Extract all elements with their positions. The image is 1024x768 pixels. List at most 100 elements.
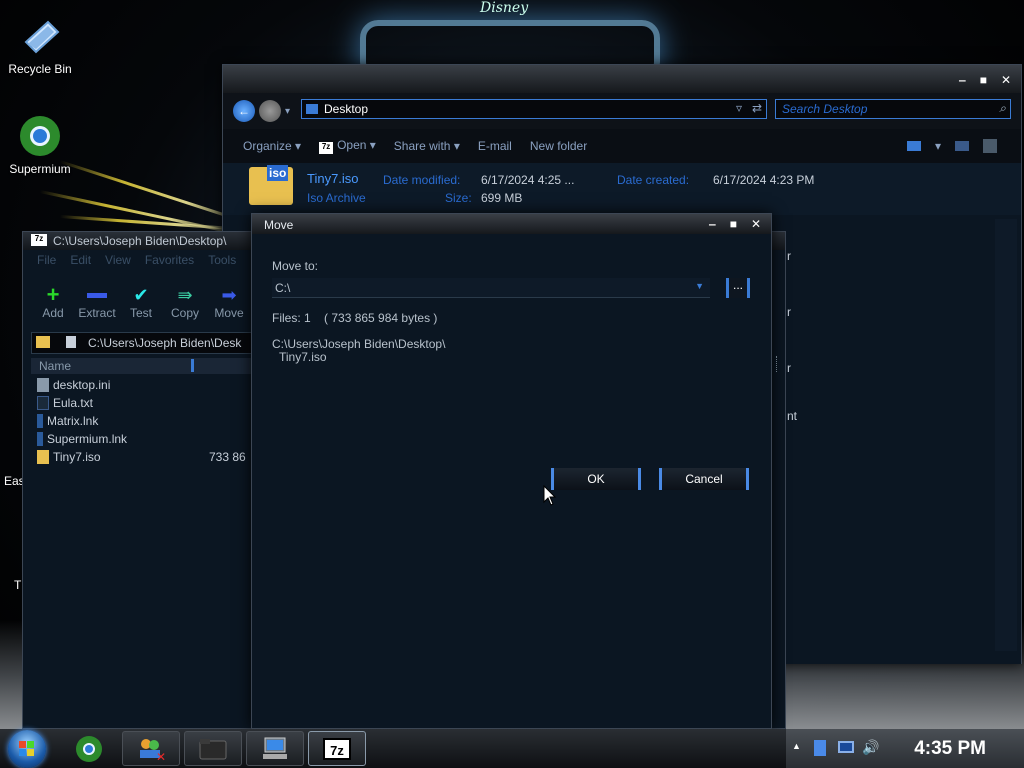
partial-text: r bbox=[787, 361, 791, 375]
preview-pane-icon[interactable] bbox=[955, 141, 969, 151]
sevenzip-icon: 7z bbox=[31, 234, 47, 246]
view-options-icon[interactable] bbox=[907, 141, 921, 151]
chevron-down-icon[interactable]: ▾ bbox=[285, 106, 290, 117]
chevron-down-icon[interactable]: ▾ bbox=[935, 139, 941, 153]
explorer-titlebar[interactable]: ‒ ■ ✕ bbox=[223, 65, 1021, 93]
sevenzip-title: C:\Users\Joseph Biden\Desktop\ bbox=[53, 234, 227, 248]
wallpaper-disney-text: Disney bbox=[480, 0, 529, 16]
shortcut-file-icon bbox=[37, 414, 43, 428]
path-file-icon bbox=[66, 336, 76, 348]
menu-edit[interactable]: Edit bbox=[70, 253, 91, 267]
extract-button[interactable]: Extract bbox=[75, 284, 119, 326]
chevron-down-icon[interactable]: ▼ bbox=[695, 281, 704, 291]
add-button[interactable]: + Add bbox=[31, 282, 75, 326]
explorer-command-bar: Organize ▾ 7z Open ▾ Share with ▾ E-mail … bbox=[223, 129, 1021, 163]
email-button[interactable]: E-mail bbox=[478, 139, 512, 153]
partial-text: r bbox=[787, 249, 791, 263]
show-hidden-icons-button[interactable]: ▲ bbox=[792, 741, 801, 751]
refresh-icon[interactable]: ⇄ bbox=[752, 101, 762, 115]
menu-file[interactable]: File bbox=[37, 253, 56, 267]
check-icon: ✔ bbox=[133, 284, 149, 305]
close-icon[interactable]: ✕ bbox=[1001, 73, 1011, 87]
source-filename: Tiny7.iso bbox=[279, 350, 327, 364]
destination-value: C:\ bbox=[275, 281, 291, 295]
minimize-icon[interactable]: ‒ bbox=[959, 73, 966, 87]
copy-button[interactable]: ⇛ Copy bbox=[163, 284, 207, 326]
address-text: Desktop bbox=[324, 102, 369, 116]
close-icon[interactable]: ✕ bbox=[751, 217, 761, 231]
computer-icon bbox=[263, 737, 287, 759]
column-divider[interactable] bbox=[191, 359, 194, 372]
test-button[interactable]: ✔ Test bbox=[119, 284, 163, 326]
column-header-name[interactable]: Name bbox=[31, 358, 253, 374]
list-item[interactable]: Tiny7.iso 733 86 bbox=[31, 448, 253, 466]
minimize-icon[interactable]: ‒ bbox=[709, 217, 716, 231]
shortcut-file-icon bbox=[37, 432, 43, 446]
desktop-partial-label: T bbox=[14, 578, 22, 592]
clock[interactable]: 4:35 PM bbox=[914, 738, 986, 760]
scrollbar[interactable] bbox=[995, 219, 1017, 651]
taskbar-network[interactable]: ✕ bbox=[122, 731, 180, 766]
list-item[interactable]: Supermium.lnk bbox=[31, 430, 253, 448]
destination-combobox[interactable]: C:\ ▼ bbox=[272, 278, 710, 298]
sevenzip-path-bar[interactable]: C:\Users\Joseph Biden\Desk bbox=[31, 332, 253, 354]
move-button[interactable]: ➡ Move bbox=[207, 284, 251, 326]
move-dialog: Move ‒ ■ ✕ Move to: C:\ ▼ ... Files: 1 (… bbox=[251, 213, 772, 729]
menu-view[interactable]: View bbox=[105, 253, 131, 267]
forward-button[interactable] bbox=[259, 100, 281, 122]
address-bar[interactable]: Desktop ▿ ⇄ bbox=[301, 99, 767, 119]
volume-icon[interactable]: 🔊 bbox=[862, 739, 879, 756]
svg-text:✕: ✕ bbox=[156, 750, 166, 762]
mouse-cursor-icon bbox=[543, 484, 557, 510]
share-with-button[interactable]: Share with ▾ bbox=[394, 139, 460, 153]
move-to-label: Move to: bbox=[272, 259, 319, 273]
folder-icon bbox=[306, 104, 318, 114]
menu-favorites[interactable]: Favorites bbox=[145, 253, 194, 267]
iso-file-icon: iso bbox=[249, 165, 293, 205]
organize-button[interactable]: Organize ▾ bbox=[243, 139, 301, 153]
maximize-icon[interactable]: ■ bbox=[980, 73, 987, 87]
search-icon[interactable]: ⌕ bbox=[999, 101, 1006, 116]
desktop-icon-recycle-bin[interactable]: Recycle Bin bbox=[0, 14, 80, 76]
date-modified-value: 6/17/2024 4:25 ... bbox=[481, 173, 575, 187]
network-icon[interactable] bbox=[838, 741, 854, 753]
menu-tools[interactable]: Tools bbox=[208, 253, 236, 267]
address-dropdown-icon[interactable]: ▿ bbox=[736, 101, 742, 115]
ok-button[interactable]: OK bbox=[551, 468, 641, 490]
details-type: Iso Archive bbox=[307, 191, 366, 205]
resize-grip[interactable] bbox=[776, 356, 779, 372]
files-info: Files: 1 ( 733 865 984 bytes ) bbox=[272, 311, 438, 325]
taskbar-computer[interactable] bbox=[246, 731, 304, 766]
taskbar-sevenzip[interactable]: 7z bbox=[308, 731, 366, 766]
cancel-button[interactable]: Cancel bbox=[659, 468, 749, 490]
taskbar: ✕ 7z ▲ 🔊 4:35 PM bbox=[0, 729, 1024, 768]
device-icon[interactable] bbox=[814, 740, 826, 756]
list-item[interactable]: Matrix.lnk bbox=[31, 412, 253, 430]
maximize-icon[interactable]: ■ bbox=[730, 217, 737, 231]
new-folder-button[interactable]: New folder bbox=[530, 139, 587, 153]
recycle-bin-label: Recycle Bin bbox=[8, 62, 72, 76]
copy-arrow-icon: ⇛ bbox=[177, 284, 193, 305]
open-button[interactable]: 7z Open ▾ bbox=[319, 138, 376, 154]
search-input[interactable]: Search Desktop ⌕ bbox=[775, 99, 1011, 119]
move-dialog-titlebar[interactable]: Move ‒ ■ ✕ bbox=[252, 214, 771, 234]
desktop-icon-supermium[interactable]: Supermium bbox=[0, 114, 80, 176]
folder-icon bbox=[199, 738, 227, 759]
date-created-value: 6/17/2024 4:23 PM bbox=[713, 173, 815, 187]
text-file-icon bbox=[37, 396, 49, 410]
taskbar-explorer[interactable] bbox=[184, 731, 242, 766]
move-dialog-title: Move bbox=[264, 218, 294, 232]
up-folder-icon[interactable] bbox=[36, 336, 50, 348]
browse-button[interactable]: ... bbox=[726, 278, 750, 298]
help-icon[interactable] bbox=[983, 139, 997, 153]
back-button[interactable]: ← bbox=[233, 100, 255, 122]
details-pane: iso Tiny7.iso Iso Archive Date modified:… bbox=[223, 163, 1021, 215]
taskbar-supermium[interactable] bbox=[72, 731, 106, 766]
size-label: Size: bbox=[445, 191, 472, 205]
iso-file-icon bbox=[37, 450, 49, 464]
start-button[interactable] bbox=[8, 730, 46, 768]
system-tray: ▲ 🔊 4:35 PM bbox=[786, 729, 1024, 768]
date-created-label: Date created: bbox=[617, 173, 690, 187]
list-item[interactable]: Eula.txt bbox=[31, 394, 253, 412]
list-item[interactable]: desktop.ini bbox=[31, 376, 253, 394]
